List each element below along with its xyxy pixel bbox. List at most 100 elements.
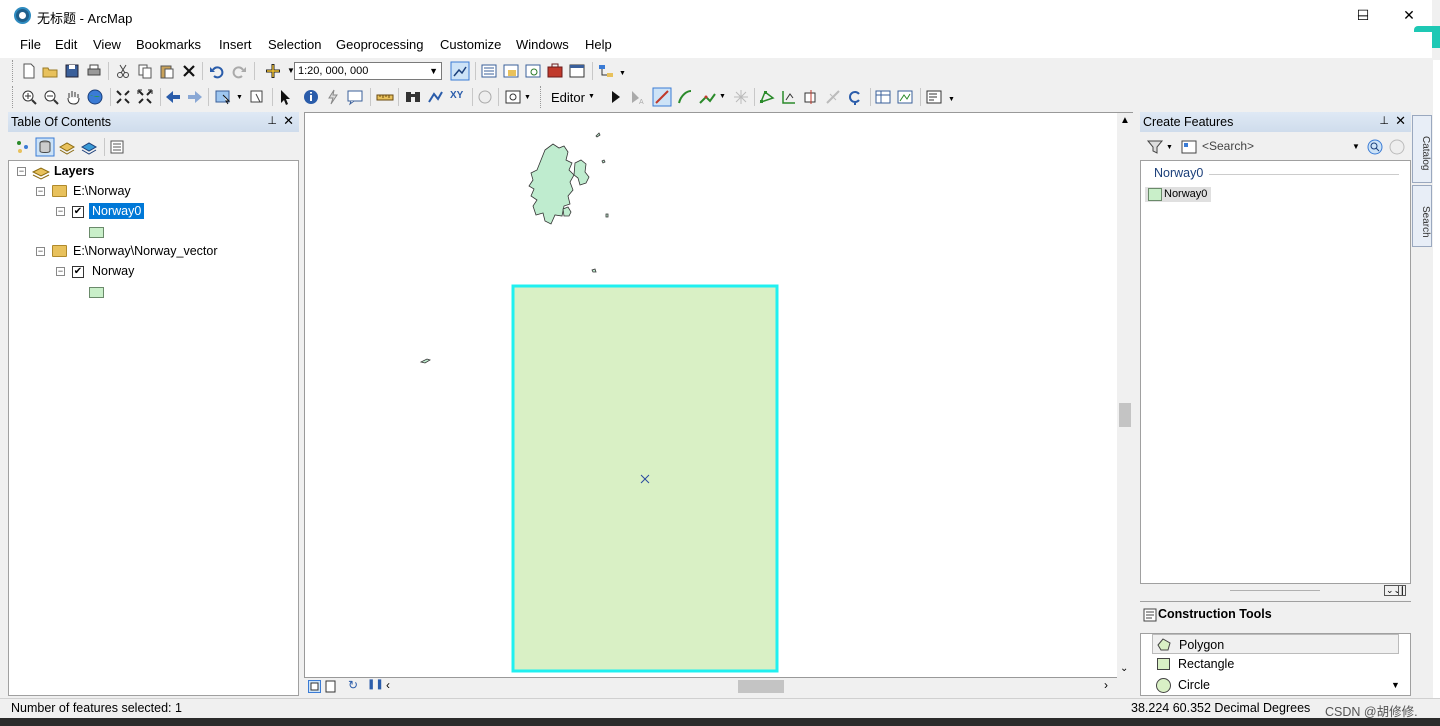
split-tool-icon[interactable]	[824, 88, 842, 106]
create-viewer-window-icon[interactable]	[504, 88, 522, 106]
toc-options-icon[interactable]	[108, 138, 126, 156]
refresh-icon[interactable]: ↻	[348, 678, 358, 692]
tool-polygon[interactable]: Polygon	[1152, 634, 1399, 654]
point-icon[interactable]	[732, 88, 750, 106]
viewer-dropdown-icon[interactable]: ▼	[524, 94, 531, 101]
search-window-icon[interactable]	[524, 62, 542, 80]
menu-file[interactable]: File	[20, 37, 41, 52]
select-features-icon[interactable]	[214, 88, 232, 106]
menu-help[interactable]: Help	[585, 37, 612, 52]
map-horizontal-scrollbar[interactable]: ↻ ❚❚ ‹ ›	[304, 678, 1133, 695]
scroll-left-icon[interactable]: ‹	[386, 678, 390, 692]
attributes-icon[interactable]	[874, 88, 892, 106]
search-dropdown-icon[interactable]: ▼	[1352, 142, 1360, 151]
map-vertical-scrollbar[interactable]: ▲ ⌄	[1117, 113, 1133, 678]
layer-norway0-symbol[interactable]	[89, 227, 104, 238]
editor-dropdown-icon[interactable]: ▼	[588, 93, 595, 100]
edit-vertices-icon[interactable]	[758, 88, 776, 106]
editor-toolbar-options-icon[interactable]: ▼	[948, 96, 955, 103]
pin-icon[interactable]: ⊥	[267, 114, 277, 127]
trace-icon[interactable]	[698, 88, 716, 106]
edit-annotation-icon[interactable]: A	[628, 88, 646, 106]
select-dropdown-icon[interactable]: ▼	[236, 94, 243, 101]
html-popup-icon[interactable]	[346, 88, 364, 106]
catalog-window-icon[interactable]	[502, 62, 520, 80]
tool-circle[interactable]: Circle	[1152, 677, 1399, 697]
arctoolbox-icon[interactable]	[546, 62, 564, 80]
collapse-group-norway-vector-icon[interactable]: −	[36, 247, 45, 256]
forward-extent-icon[interactable]	[186, 88, 204, 106]
end-point-arc-icon[interactable]	[676, 88, 694, 106]
reshape-feature-icon[interactable]	[780, 88, 798, 106]
scroll-right-icon[interactable]: ›	[1104, 678, 1108, 692]
segment-dropdown-icon[interactable]: ▼	[719, 93, 726, 100]
list-by-source-icon[interactable]	[35, 137, 55, 157]
layer-norway-label[interactable]: Norway	[92, 264, 134, 278]
close-icon[interactable]: ✕	[283, 113, 294, 129]
modelbuilder-icon[interactable]	[597, 62, 615, 80]
tool-rectangle[interactable]: Rectangle	[1152, 656, 1399, 676]
list-by-drawing-order-icon[interactable]	[14, 138, 32, 156]
paste-icon[interactable]	[158, 62, 176, 80]
organize-templates-icon[interactable]	[1180, 138, 1198, 156]
fixed-zoom-out-icon[interactable]	[136, 88, 154, 106]
menu-customize[interactable]: Customize	[440, 37, 501, 52]
layer-norway-visibility-checkbox[interactable]: ✔	[72, 266, 84, 278]
collapse-group-norway-icon[interactable]: −	[36, 187, 45, 196]
template-search-input[interactable]: <Search>	[1202, 137, 1358, 157]
data-view-icon[interactable]	[308, 680, 321, 693]
redo-icon[interactable]	[230, 62, 248, 80]
sketch-properties-icon[interactable]	[896, 88, 914, 106]
search-icon[interactable]	[1366, 138, 1384, 156]
find-route-icon[interactable]	[426, 88, 444, 106]
layer-norway0-label[interactable]: Norway0	[89, 203, 145, 219]
pause-drawing-icon[interactable]: ❚❚	[367, 679, 384, 690]
horizontal-scroll-thumb[interactable]	[738, 680, 784, 693]
python-window-icon[interactable]	[568, 62, 586, 80]
straight-segment-icon[interactable]	[652, 87, 672, 107]
editor-menu[interactable]: Editor	[551, 90, 585, 105]
create-features-window-icon[interactable]	[925, 88, 943, 106]
full-extent-icon[interactable]	[86, 88, 104, 106]
hyperlink-icon[interactable]	[324, 88, 342, 106]
collapse-layer-norway-icon[interactable]: −	[56, 267, 65, 276]
catalog-side-tab[interactable]: Catalog	[1412, 115, 1432, 183]
fixed-zoom-in-icon[interactable]	[114, 88, 132, 106]
editor-toolbar-toggle-icon[interactable]	[450, 61, 470, 81]
menu-geoprocessing[interactable]: Geoprocessing	[336, 37, 423, 52]
cut-polygons-icon[interactable]	[802, 88, 820, 106]
add-data-icon[interactable]	[264, 62, 282, 80]
chevron-down-icon[interactable]: ▼	[429, 66, 438, 76]
layer-norway0-visibility-checkbox[interactable]: ✔	[72, 206, 84, 218]
time-slider-icon[interactable]	[476, 88, 494, 106]
toc-group-norway-vector-path[interactable]: E:\Norway\Norway_vector	[73, 244, 218, 258]
edit-tool-icon[interactable]	[606, 88, 624, 106]
pin-icon[interactable]: ⊥	[1379, 114, 1389, 127]
menu-windows[interactable]: Windows	[516, 37, 569, 52]
map-scale-combobox[interactable]: 1:20, 000, 000 ▼	[294, 62, 442, 80]
toc-window-icon[interactable]	[480, 62, 498, 80]
maximize-button[interactable]: ☐	[1340, 0, 1386, 30]
menu-bookmarks[interactable]: Bookmarks	[136, 37, 201, 52]
panel-splitter[interactable]: ⌄⌄ |	[1140, 584, 1411, 598]
back-extent-icon[interactable]	[164, 88, 182, 106]
toc-group-norway-path[interactable]: E:\Norway	[73, 184, 131, 198]
layers-root-label[interactable]: Layers	[54, 164, 94, 178]
menu-insert[interactable]: Insert	[219, 37, 252, 52]
template-group-header[interactable]: Norway0	[1154, 166, 1203, 180]
select-elements-icon[interactable]	[276, 88, 294, 106]
map-display[interactable]	[304, 112, 1133, 678]
minimize-button-2[interactable]	[1294, 0, 1340, 30]
save-icon[interactable]	[63, 62, 81, 80]
template-filter-icon[interactable]	[1146, 138, 1164, 156]
zoom-out-icon[interactable]	[42, 88, 60, 106]
pan-icon[interactable]	[64, 88, 82, 106]
layout-view-icon[interactable]	[324, 680, 337, 693]
measure-icon[interactable]	[376, 88, 394, 106]
zoom-in-icon[interactable]	[20, 88, 38, 106]
template-item-norway0[interactable]: Norway0	[1145, 187, 1211, 202]
search-side-tab[interactable]: Search	[1412, 185, 1432, 247]
list-by-selection-icon[interactable]	[80, 138, 98, 156]
cut-icon[interactable]	[114, 62, 132, 80]
open-folder-icon[interactable]	[41, 62, 59, 80]
